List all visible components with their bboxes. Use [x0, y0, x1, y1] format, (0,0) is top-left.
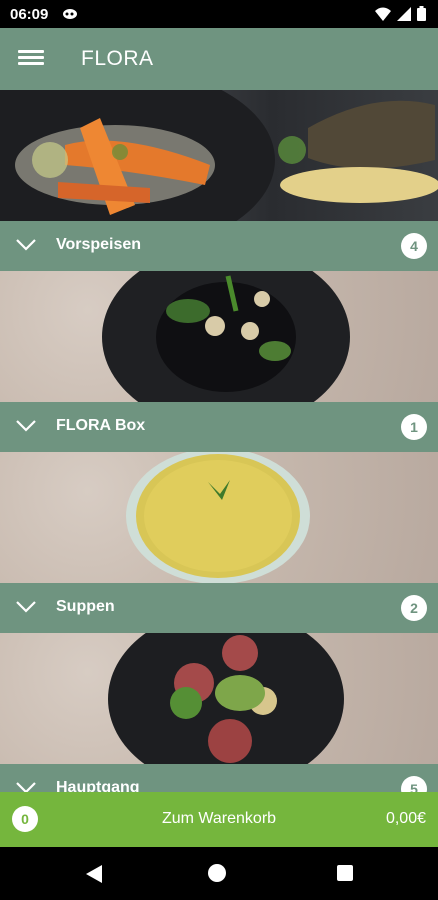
count-badge: 5	[401, 776, 427, 792]
chevron-down-icon	[15, 600, 37, 614]
category-label: FLORA Box	[56, 417, 146, 434]
chevron-down-icon	[15, 781, 37, 792]
count-badge: 4	[401, 233, 427, 259]
home-icon[interactable]	[208, 864, 226, 882]
wifi-icon	[375, 7, 391, 21]
notification-icon	[62, 8, 78, 20]
category-label: Vorspeisen	[56, 236, 142, 253]
menu-icon[interactable]	[18, 47, 44, 71]
app-title: FLORA	[81, 47, 154, 70]
category-header-hauptgang[interactable]: Hauptgang 5	[0, 764, 438, 792]
cart-label: Zum Warenkorb	[161, 810, 277, 827]
category-label: Suppen	[56, 598, 115, 615]
category-label: Hauptgang	[56, 779, 140, 792]
chevron-down-icon	[15, 238, 37, 252]
status-bar: 06:09	[0, 0, 438, 28]
signal-icon	[397, 6, 411, 21]
app-bar: FLORA	[0, 28, 438, 90]
category-header-vorspeisen[interactable]: Vorspeisen 4	[0, 221, 438, 271]
back-icon[interactable]	[86, 865, 102, 883]
category-header-flora-box[interactable]: FLORA Box 1	[0, 402, 438, 452]
status-icons	[375, 6, 426, 21]
chevron-down-icon	[15, 419, 37, 433]
system-nav-bar	[0, 847, 438, 900]
recents-icon[interactable]	[337, 865, 353, 881]
count-badge: 2	[401, 595, 427, 621]
menu-list[interactable]: Vorspeisen 4 FLORA Box 1 Suppen 2 Hauptg…	[0, 90, 438, 792]
status-time: 06:09	[10, 6, 49, 23]
category-image-vorspeisen	[0, 271, 438, 402]
cart-total: 0,00€	[385, 810, 426, 827]
category-header-suppen[interactable]: Suppen 2	[0, 583, 438, 633]
cart-button[interactable]: 0 Zum Warenkorb 0,00€	[0, 792, 438, 847]
hero-image	[0, 90, 438, 221]
category-image-suppen	[0, 633, 438, 764]
category-image-flora-box	[0, 452, 438, 583]
count-badge: 1	[401, 414, 427, 440]
battery-icon	[417, 6, 426, 21]
